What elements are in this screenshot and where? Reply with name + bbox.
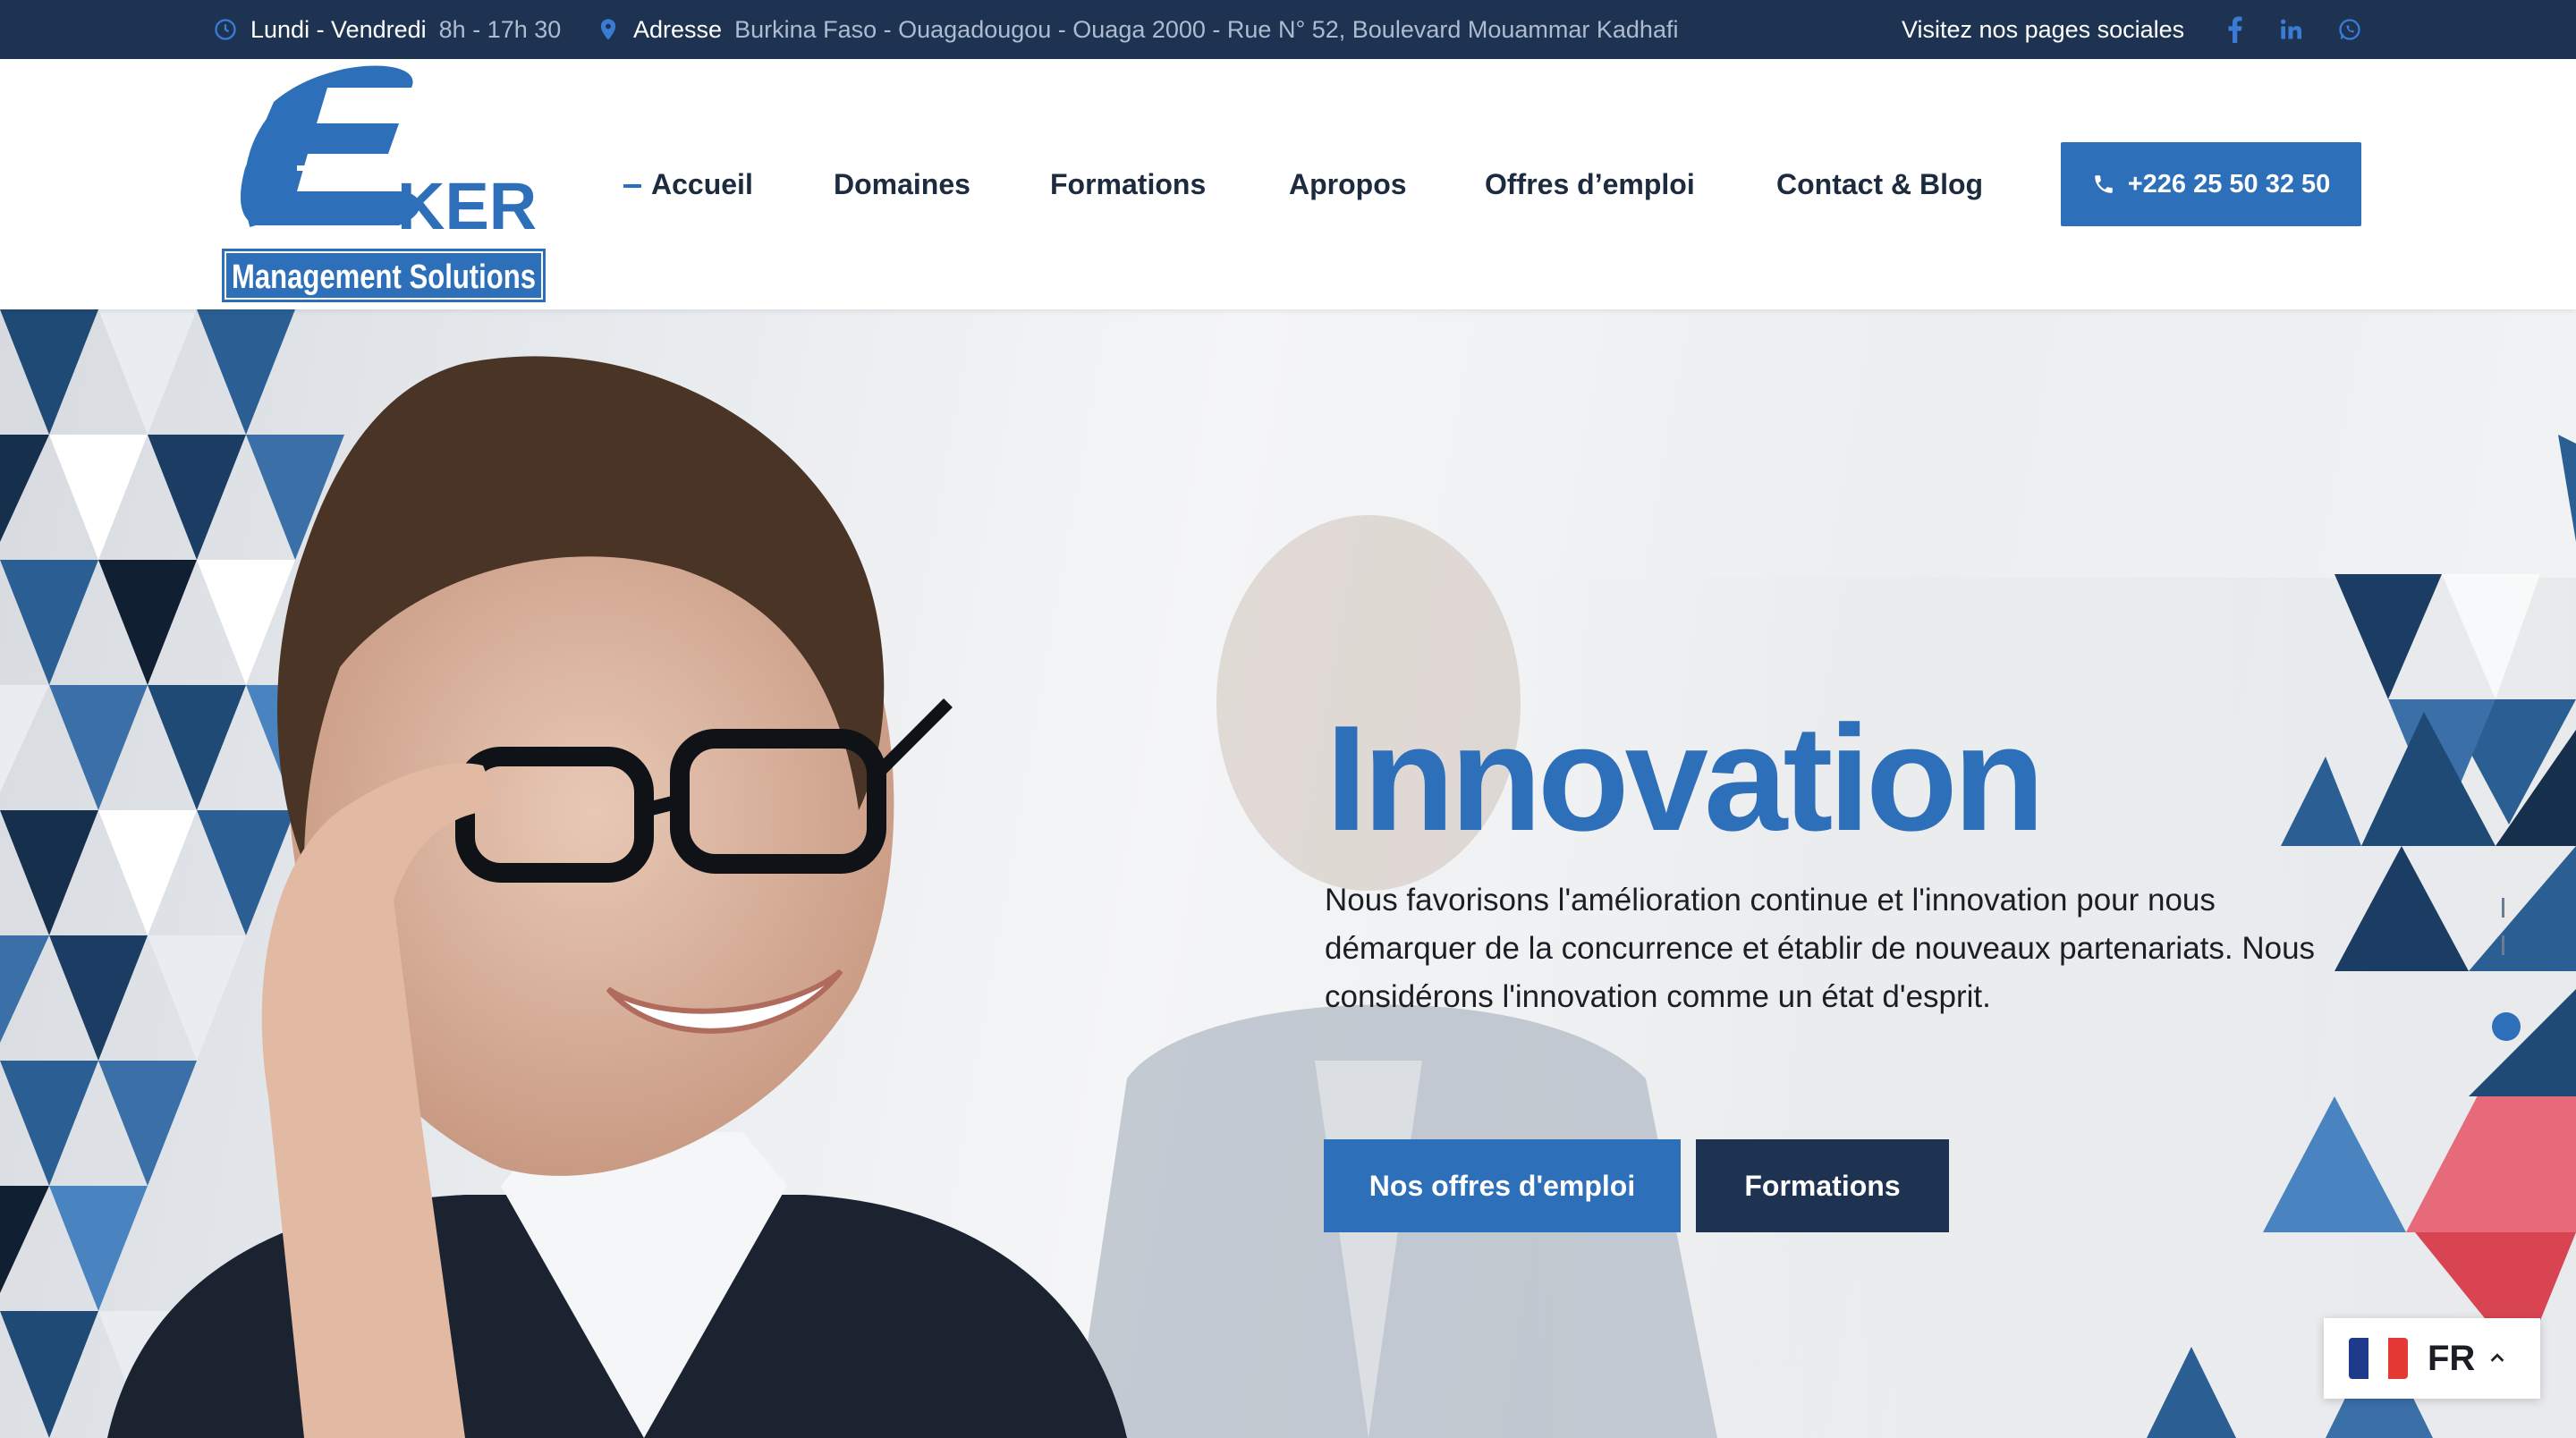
clock-icon <box>215 19 236 40</box>
hero-title: Innovation <box>1326 694 2045 862</box>
nav-active-indicator <box>623 184 641 188</box>
chevron-up-icon <box>2490 1353 2504 1362</box>
nav-item-contact-blog[interactable]: Contact & Blog <box>1776 168 1983 201</box>
job-offers-button[interactable]: Nos offres d'emploi <box>1324 1139 1681 1232</box>
opening-hours: Lundi - Vendredi 8h - 17h 30 <box>213 0 561 59</box>
nav-item-domaines[interactable]: Domaines <box>834 168 970 201</box>
language-switcher[interactable]: FR <box>2324 1318 2540 1399</box>
logo-brand: KER <box>397 169 537 243</box>
linkedin-icon[interactable] <box>2276 14 2307 45</box>
facebook-icon[interactable] <box>2220 14 2250 45</box>
nav-item-formations[interactable]: Formations <box>1050 168 1206 201</box>
slider-indicator-1[interactable] <box>2502 898 2504 918</box>
language-code: FR <box>2428 1338 2476 1378</box>
slider-indicator-2[interactable] <box>2502 935 2504 955</box>
phone-icon <box>2094 175 2113 193</box>
social-title: Visitez nos pages sociales <box>1902 15 2185 43</box>
whatsapp-icon[interactable] <box>2334 14 2365 45</box>
address: Adresse Burkina Faso - Ouagadougou - Oua… <box>596 0 1678 59</box>
nav-item-accueil[interactable]: Accueil <box>651 168 753 201</box>
phone-button[interactable]: +226 25 50 32 50 <box>2061 142 2361 226</box>
slider-active-dot[interactable] <box>2492 1012 2521 1041</box>
hero-description: Nous favorisons l'amélioration continue … <box>1325 883 2316 1014</box>
site-header: KER Management Solutions Accueil Domaine… <box>0 59 2576 309</box>
map-pin-icon <box>600 19 616 40</box>
address-label: Adresse <box>633 15 723 43</box>
hours-value: 8h - 17h 30 <box>438 15 562 43</box>
company-logo[interactable]: KER Management Solutions <box>220 61 547 304</box>
formations-button[interactable]: Formations <box>1696 1139 1949 1232</box>
nav-item-offres-emploi[interactable]: Offres d’emploi <box>1485 168 1695 201</box>
phone-number: +226 25 50 32 50 <box>2127 169 2331 199</box>
logo-tagline: Management Solutions <box>232 258 536 296</box>
hours-label: Lundi - Vendredi <box>250 15 427 43</box>
nav-item-apropos[interactable]: Apropos <box>1289 168 1407 201</box>
french-flag-icon <box>2349 1338 2408 1379</box>
hero-background-image <box>0 309 2576 1438</box>
hero-slider: Innovation Nous favorisons l'amélioratio… <box>0 309 2576 1438</box>
address-value: Burkina Faso - Ouagadougou - Ouaga 2000 … <box>734 15 1679 43</box>
top-info-bar: Lundi - Vendredi 8h - 17h 30 Adresse Bur… <box>0 0 2576 59</box>
